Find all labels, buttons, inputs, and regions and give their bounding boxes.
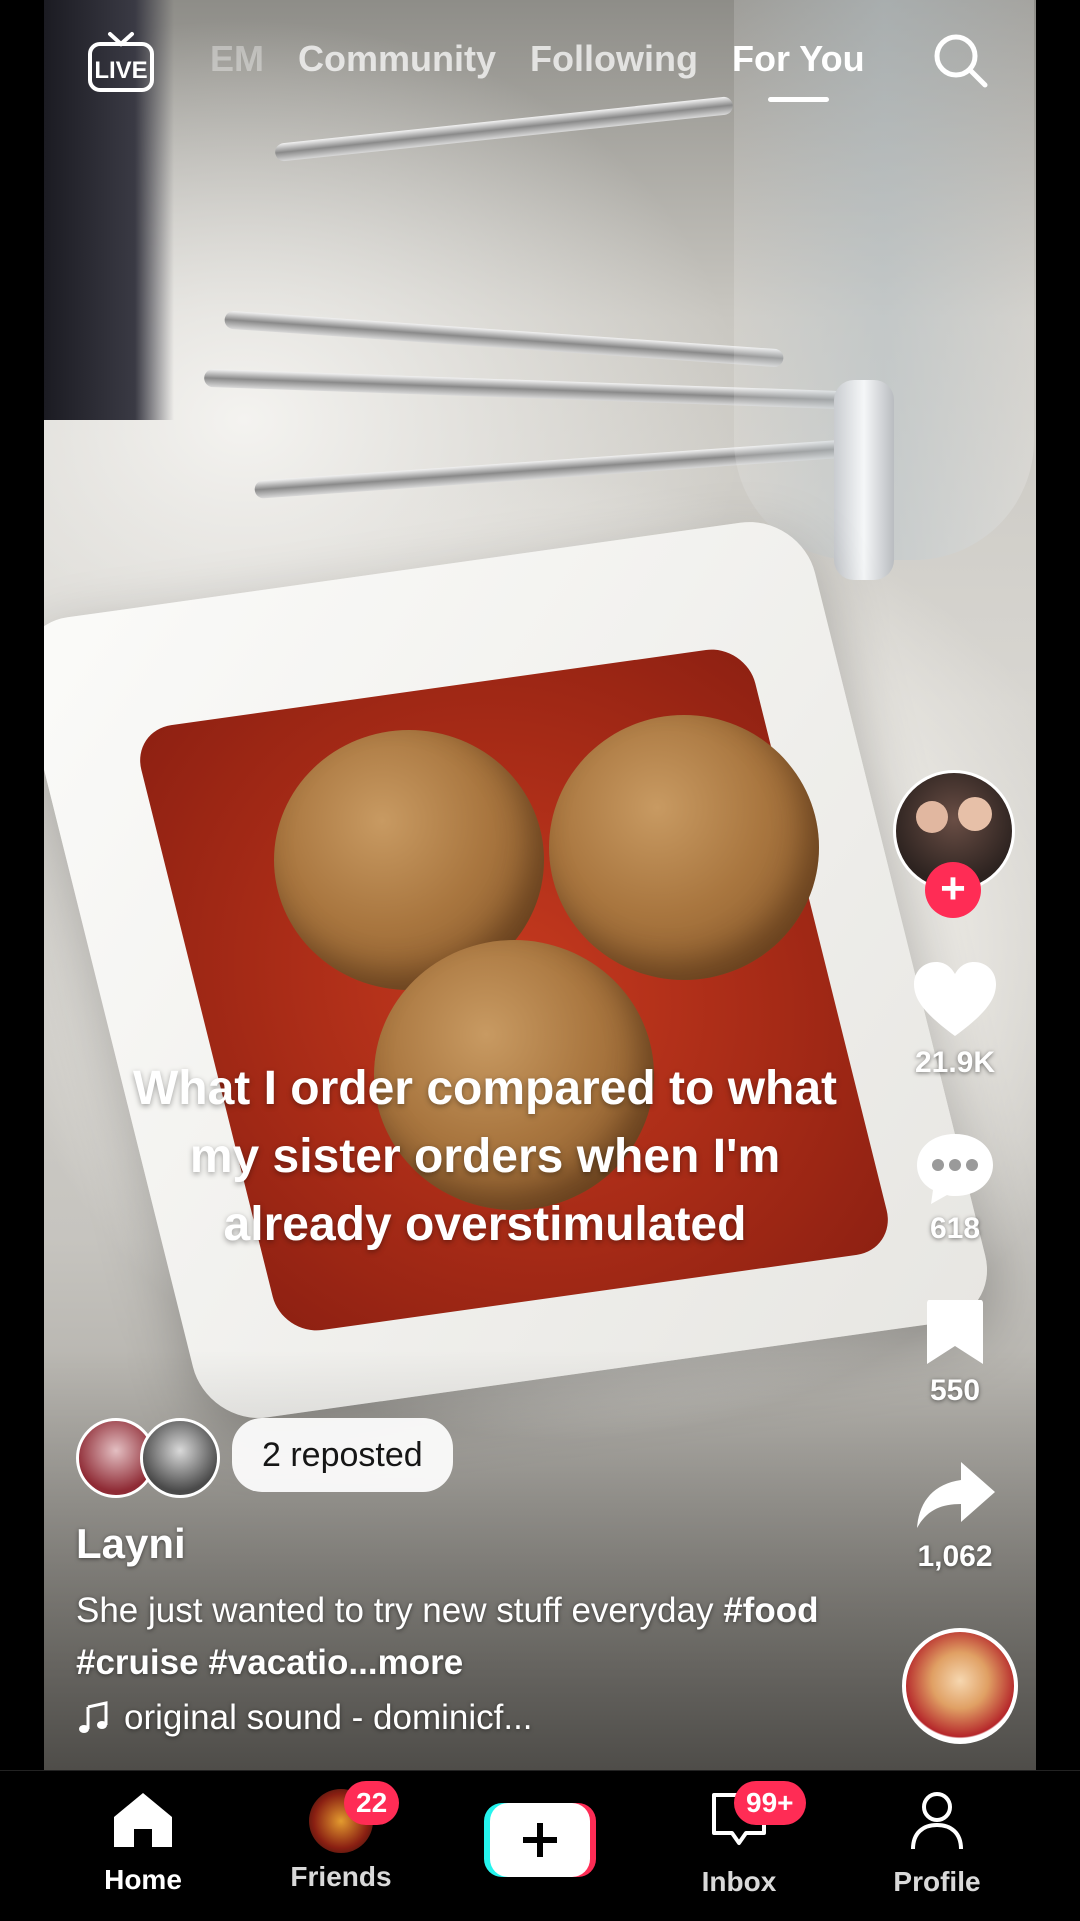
live-tv-icon[interactable]: LIVE [86, 30, 156, 94]
comment-count: 618 [929, 1212, 981, 1245]
svg-text:LIVE: LIVE [94, 57, 147, 84]
share-action[interactable]: 1,062 [890, 1458, 1020, 1574]
hashtag[interactable]: #food [723, 1591, 818, 1630]
hashtag[interactable]: #vacatio [208, 1643, 348, 1682]
like-count: 21.9K [914, 1046, 996, 1079]
tab-for-you[interactable]: For You [732, 38, 865, 102]
reposter-avatar[interactable] [140, 1418, 220, 1498]
share-arrow-icon[interactable] [913, 1458, 997, 1534]
like-action[interactable]: 21.9K [890, 960, 1020, 1080]
avatar-face [916, 801, 948, 833]
profile-icon [911, 1792, 963, 1850]
bookmark-action[interactable]: 550 [890, 1296, 1020, 1408]
description-text: She just wanted to try new stuff everyda… [76, 1591, 724, 1630]
inbox-badge: 99+ [734, 1781, 806, 1825]
arancini [549, 715, 819, 980]
follow-button[interactable]: + [925, 862, 981, 918]
nav-home[interactable]: Home [68, 1789, 218, 1896]
top-navigation: LIVE EM Community Following For You [0, 0, 1080, 130]
nav-profile[interactable]: Profile [862, 1789, 1012, 1898]
create-button[interactable] [484, 1803, 596, 1877]
music-disc[interactable] [902, 1628, 1018, 1744]
video-player[interactable] [44, 0, 1036, 1770]
tab-em[interactable]: EM [210, 38, 264, 80]
search-icon[interactable] [930, 30, 990, 90]
sound-name: original sound - dominicf... [124, 1698, 533, 1737]
hashtag[interactable]: #cruise [76, 1643, 199, 1682]
video-description[interactable]: She just wanted to try new stuff everyda… [76, 1585, 836, 1689]
comment-action[interactable]: 618 [890, 1130, 1020, 1246]
nav-home-label: Home [104, 1864, 182, 1895]
more-link[interactable]: ...more [348, 1643, 463, 1682]
friends-badge: 22 [344, 1781, 400, 1825]
nav-friends-label: Friends [290, 1861, 392, 1892]
creator-username[interactable]: Layni [76, 1520, 186, 1568]
avatar-face [958, 797, 992, 831]
home-icon [114, 1793, 172, 1847]
bottom-navigation: Home Friends 22 Inbox 99+ Profile [0, 1770, 1080, 1921]
video-caption: What I order compared to what my sister … [132, 1062, 838, 1251]
sound-link[interactable]: original sound - dominicf... [76, 1698, 533, 1738]
feed-tabs: EM Community Following For You [210, 38, 865, 102]
bookmark-icon[interactable] [923, 1296, 987, 1368]
nav-inbox-label: Inbox [701, 1866, 777, 1897]
repost-badge[interactable]: 2 reposted [232, 1418, 453, 1492]
heart-icon[interactable] [912, 960, 998, 1040]
tab-community[interactable]: Community [298, 38, 496, 80]
nav-profile-label: Profile [893, 1866, 981, 1897]
music-note-icon [79, 1701, 108, 1733]
share-count: 1,062 [917, 1540, 993, 1573]
tab-following[interactable]: Following [530, 38, 698, 80]
comment-icon[interactable] [913, 1130, 997, 1206]
bookmark-count: 550 [929, 1374, 981, 1407]
spoon [224, 310, 784, 368]
glass-stem [834, 380, 894, 580]
